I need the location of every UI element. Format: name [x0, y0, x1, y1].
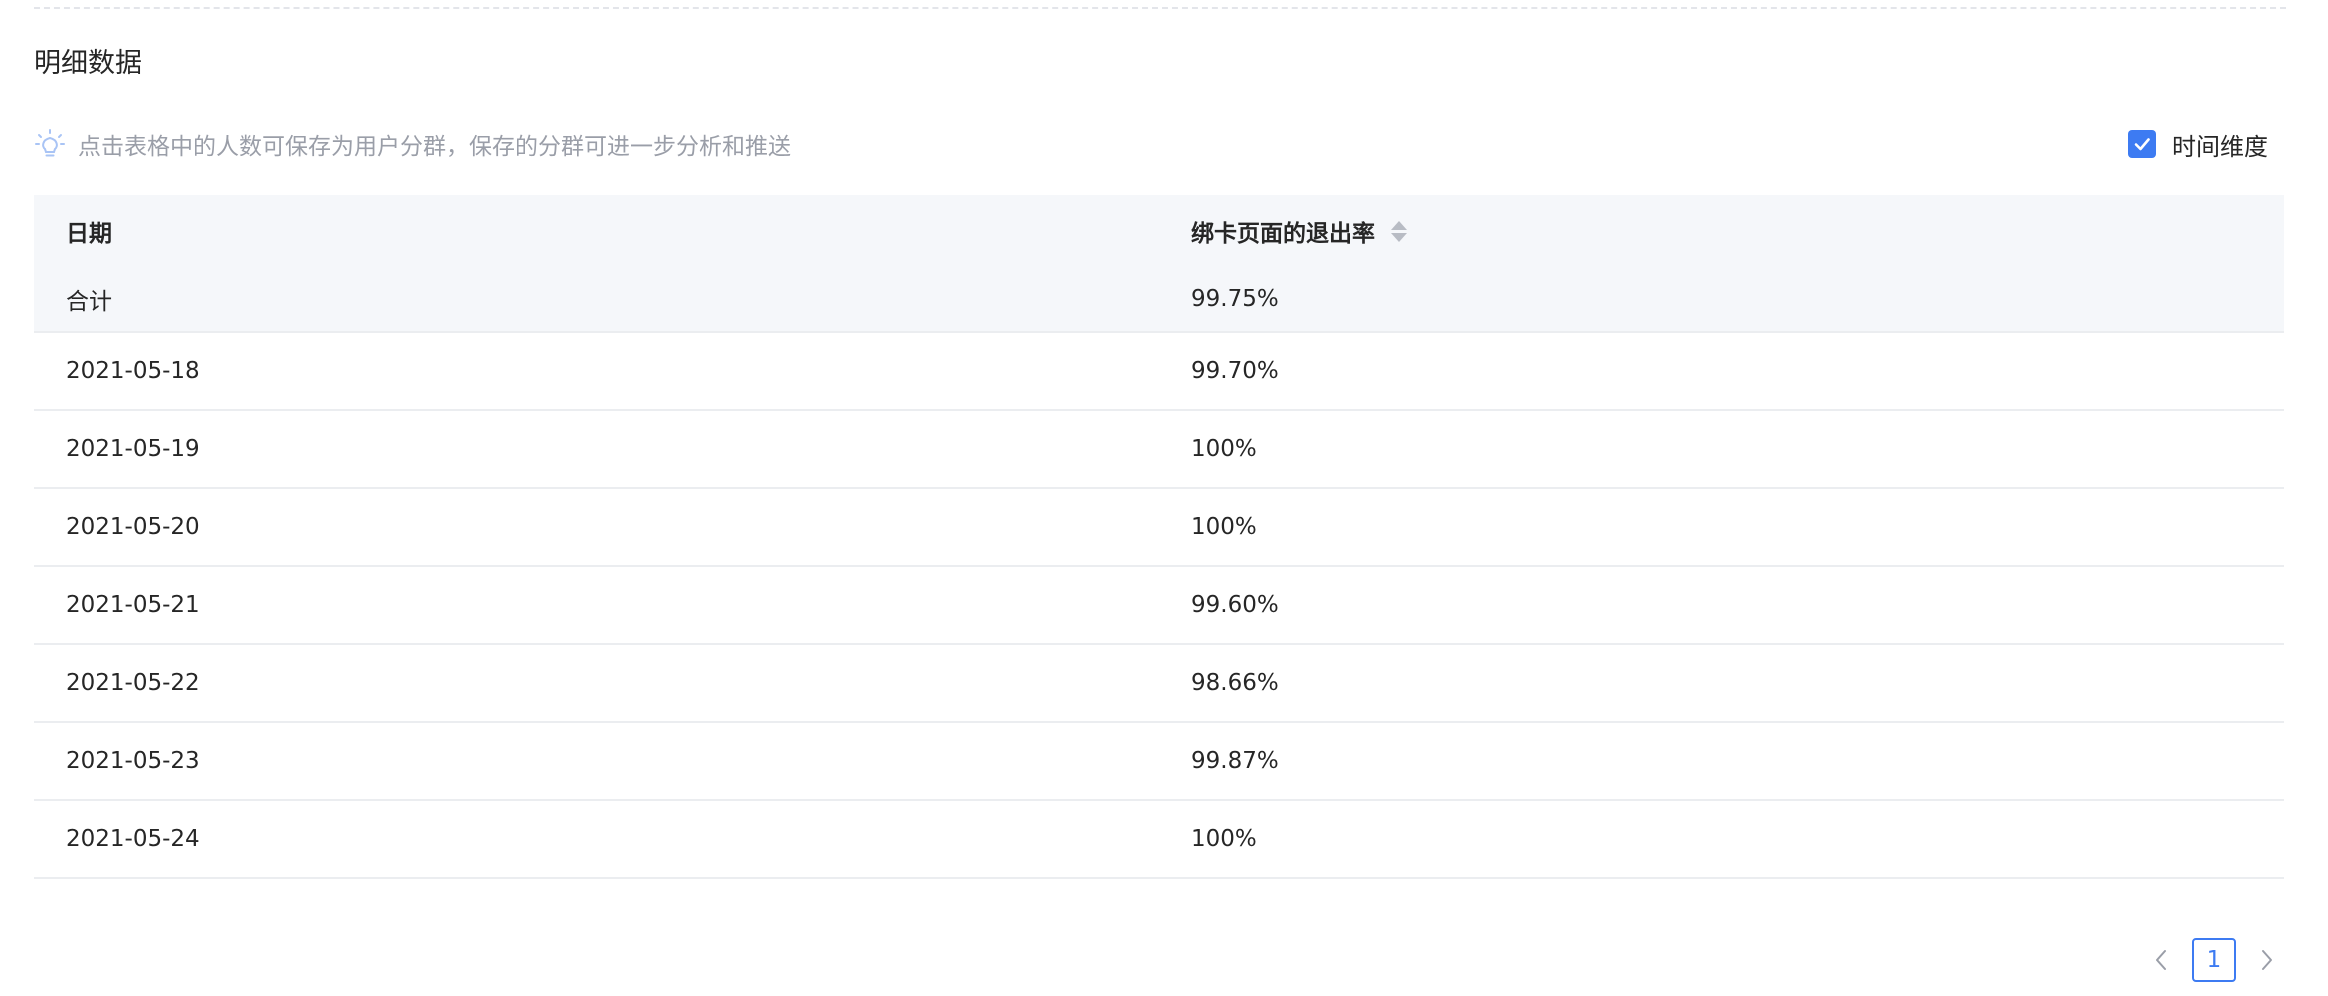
sort-descending-icon[interactable]: [1391, 232, 1407, 242]
tip-row: 点击表格中的人数可保存为用户分群，保存的分群可进一步分析和推送: [34, 124, 791, 164]
row-exit-rate: 100%: [1191, 436, 1257, 462]
table-row: 2021-05-21 99.60%: [34, 566, 2284, 644]
row-exit-rate: 99.60%: [1191, 592, 1279, 618]
section-title: 明细数据: [34, 48, 142, 79]
total-value: 99.75%: [1191, 286, 1279, 312]
time-dimension-checkbox[interactable]: [2128, 130, 2156, 158]
column-header-exit-rate-label: 绑卡页面的退出率: [1191, 221, 1375, 247]
row-exit-rate: 99.87%: [1191, 748, 1279, 774]
table-row: 2021-05-23 99.87%: [34, 722, 2284, 800]
sort-icon[interactable]: [1391, 220, 1407, 242]
row-date: 2021-05-22: [66, 670, 200, 696]
row-exit-rate: 100%: [1191, 826, 1257, 852]
page-number-current[interactable]: 1: [2192, 938, 2236, 982]
detail-table: 日期 绑卡页面的退出率 合计 99.75% 2021-05-18 99.70% …: [34, 195, 2284, 879]
column-header-exit-rate[interactable]: 绑卡页面的退出率: [1159, 195, 2284, 267]
total-label: 合计: [66, 289, 112, 315]
row-date: 2021-05-19: [66, 436, 200, 462]
row-date: 2021-05-20: [66, 514, 200, 540]
chevron-left-icon[interactable]: [2142, 936, 2180, 984]
column-header-date: 日期: [66, 221, 112, 247]
lightbulb-icon: [34, 128, 66, 160]
table-row: 2021-05-24 100%: [34, 800, 2284, 878]
total-row: 合计 99.75%: [34, 267, 2284, 332]
row-exit-rate: 100%: [1191, 514, 1257, 540]
time-dimension-label: 时间维度: [2172, 132, 2268, 161]
table-row: 2021-05-22 98.66%: [34, 644, 2284, 722]
row-date: 2021-05-21: [66, 592, 200, 618]
row-date: 2021-05-18: [66, 358, 200, 384]
row-exit-rate: 98.66%: [1191, 670, 1279, 696]
time-dimension-toggle[interactable]: 时间维度: [2128, 124, 2268, 164]
chevron-right-icon[interactable]: [2248, 936, 2286, 984]
pagination: 1: [2142, 936, 2286, 984]
row-exit-rate: 99.70%: [1191, 358, 1279, 384]
table-row: 2021-05-20 100%: [34, 488, 2284, 566]
sort-ascending-icon[interactable]: [1391, 220, 1407, 230]
table-row: 2021-05-19 100%: [34, 410, 2284, 488]
table-header-row: 日期 绑卡页面的退出率: [34, 195, 2284, 267]
table-row: 2021-05-18 99.70%: [34, 332, 2284, 410]
check-icon: [2134, 138, 2150, 151]
row-date: 2021-05-24: [66, 826, 200, 852]
section-divider: [34, 7, 2286, 9]
tip-text: 点击表格中的人数可保存为用户分群，保存的分群可进一步分析和推送: [78, 134, 791, 160]
row-date: 2021-05-23: [66, 748, 200, 774]
